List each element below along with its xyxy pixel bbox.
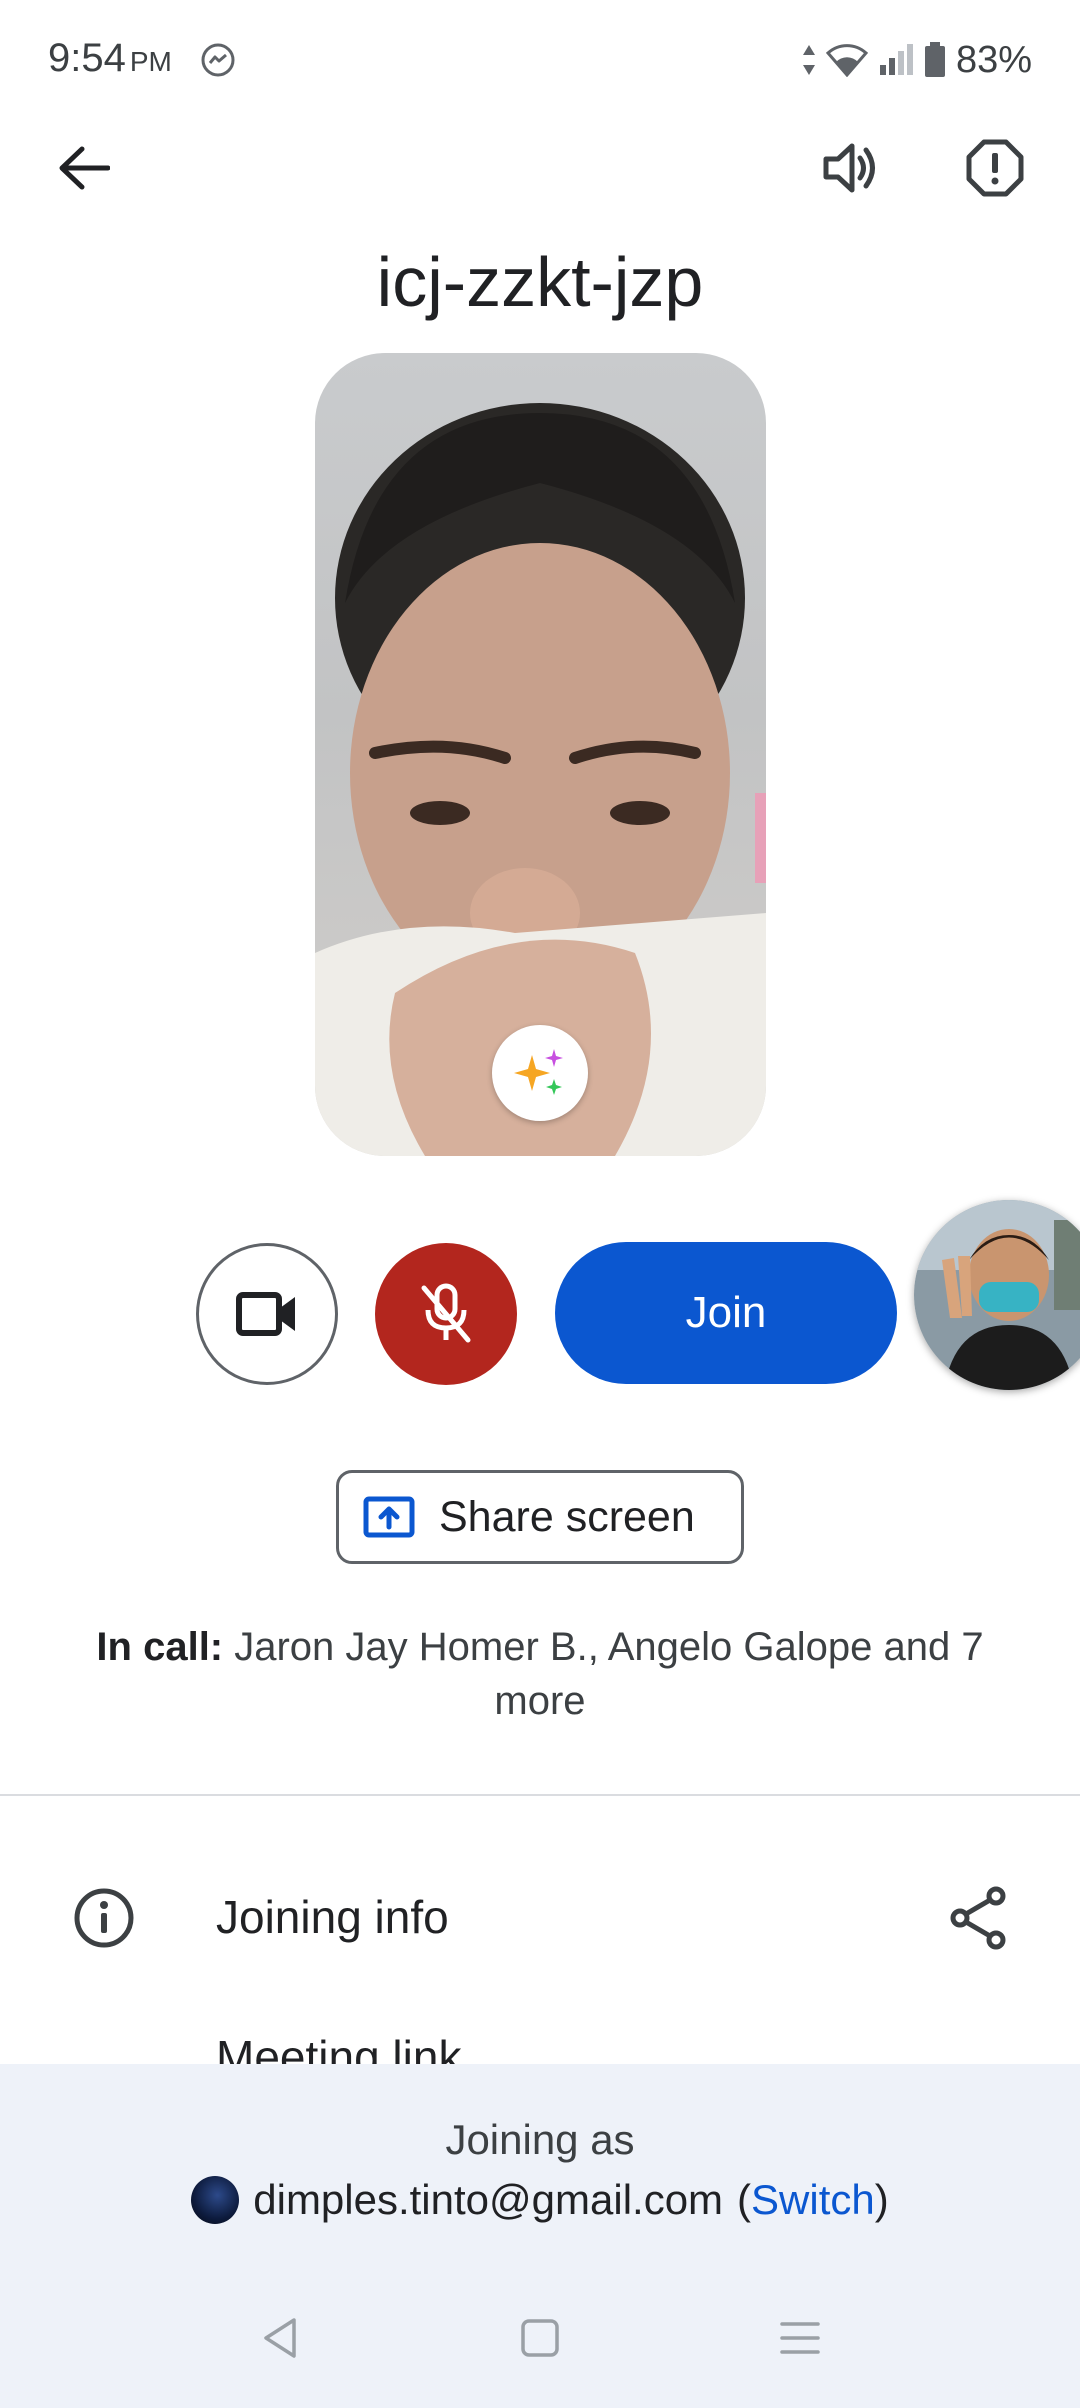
divider <box>0 1794 1080 1796</box>
nav-back-button[interactable] <box>260 2316 300 2365</box>
in-call-prefix: In call: <box>96 1625 224 1669</box>
close-paren: ) <box>874 2176 889 2223</box>
system-nav-bar <box>0 2290 1080 2390</box>
share-info-button[interactable] <box>930 1870 1026 1966</box>
info-icon <box>72 1886 136 1955</box>
report-octagon-icon <box>966 139 1024 197</box>
joining-info-label: Joining info <box>216 1891 449 1943</box>
microphone-toggle-button[interactable] <box>375 1243 517 1385</box>
battery-percent: 83% <box>955 38 1032 81</box>
report-problem-button[interactable] <box>947 120 1043 216</box>
account-avatar[interactable] <box>914 1200 1080 1390</box>
triangle-back-icon <box>264 2317 296 2358</box>
joining-as-label: Joining as <box>445 2116 635 2163</box>
status-indicators: 83% <box>802 36 1032 84</box>
camera-toggle-button[interactable] <box>196 1243 338 1385</box>
menu-recents-icon <box>780 2321 820 2354</box>
share-icon <box>950 1886 1006 1950</box>
sparkle-effects-icon <box>514 1049 563 1095</box>
status-time: 9:54 PM <box>48 36 172 81</box>
messenger-icon <box>200 42 236 83</box>
account-email: dimples.tinto@gmail.com <box>253 2176 724 2223</box>
speaker-icon <box>823 143 875 193</box>
present-to-all-icon <box>363 1496 415 1538</box>
effects-button[interactable] <box>492 1025 588 1121</box>
account-photo <box>914 1200 1080 1390</box>
mic-off-icon <box>421 1283 471 1343</box>
video-camera-icon <box>236 1292 295 1336</box>
meeting-code: icj-zzkt-jzp <box>376 243 704 321</box>
nav-home-button[interactable] <box>520 2318 560 2363</box>
square-home-icon <box>521 2318 559 2357</box>
nav-recents-button[interactable] <box>780 2320 820 2361</box>
arrow-back-icon <box>59 146 110 190</box>
status-time-ampm: PM <box>129 46 172 77</box>
status-time-value: 9:54 <box>48 36 126 80</box>
data-arrows-icon <box>802 45 815 75</box>
join-button[interactable]: Join <box>555 1242 897 1384</box>
switch-account-link[interactable]: Switch <box>751 2176 875 2223</box>
back-button[interactable] <box>36 120 132 216</box>
wifi-icon <box>825 44 868 77</box>
in-call-names: Jaron Jay Homer B., Angelo Galope and 7 … <box>223 1625 984 1723</box>
in-call-participants: In call: Jaron Jay Homer B., Angelo Galo… <box>60 1620 1020 1728</box>
account-mini-avatar <box>191 2176 240 2224</box>
share-screen-label: Share screen <box>439 1492 695 1541</box>
audio-output-button[interactable] <box>804 120 900 216</box>
open-paren: ( <box>737 2176 752 2223</box>
account-row: dimples.tinto@gmail.com (Switch) <box>0 2176 1080 2224</box>
signal-icon <box>879 44 913 75</box>
share-screen-button[interactable]: Share screen <box>336 1470 744 1564</box>
battery-icon <box>924 42 945 77</box>
